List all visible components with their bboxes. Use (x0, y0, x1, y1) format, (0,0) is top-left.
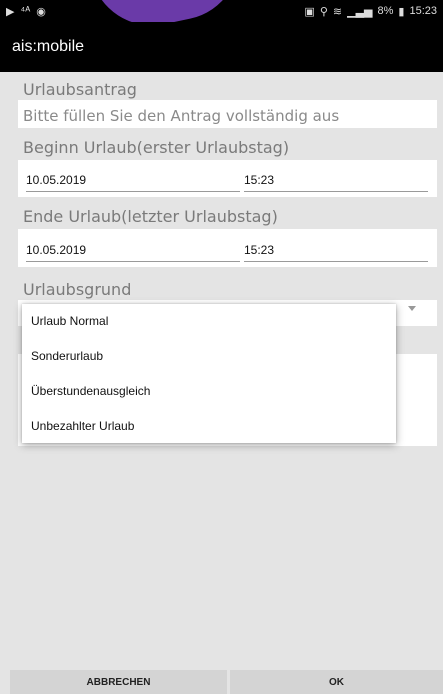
battery-percent: 8% (377, 5, 394, 17)
signal-bars-icon: ▁▃▅ (347, 5, 373, 18)
ok-button[interactable]: OK (230, 670, 443, 694)
end-label: Ende Urlaub(letzter Urlaubstag) (23, 207, 278, 226)
start-date-field[interactable]: 10.05.2019 (26, 173, 240, 192)
end-date-field[interactable]: 10.05.2019 (26, 243, 240, 262)
dropdown-option[interactable]: Unbezahlter Urlaub (22, 408, 396, 443)
cast-icon: ▣ (304, 5, 315, 18)
status-left-icons: ▶ ⁴ᴬ ◉ (6, 5, 46, 18)
reason-dropdown: Urlaub Normal Sonderurlaub Überstundenau… (22, 304, 396, 443)
end-time-field[interactable]: 15:23 (244, 243, 428, 262)
play-icon: ▶ (6, 5, 15, 18)
dropdown-option[interactable]: Überstundenausgleich (22, 374, 396, 409)
app-bar: ais:mobile (0, 22, 443, 72)
chevron-down-icon[interactable] (408, 306, 416, 311)
battery-icon: ▮ (398, 5, 405, 18)
sync-icon: ◉ (36, 5, 46, 18)
start-label: Beginn Urlaub(erster Urlaubstag) (23, 138, 290, 157)
request-hint: Bitte füllen Sie den Antrag vollständig … (23, 107, 340, 125)
cancel-button[interactable]: ABBRECHEN (10, 670, 227, 694)
request-label: Urlaubsantrag (23, 80, 137, 99)
status-right-icons: ▣ ⚲ ≋ ▁▃▅ 8% ▮ 15:23 (304, 5, 437, 18)
start-time-field[interactable]: 15:23 (244, 173, 428, 192)
signal-icon: ⁴ᴬ (20, 5, 31, 17)
reason-label: Urlaubsgrund (23, 280, 132, 299)
clock: 15:23 (409, 5, 437, 17)
app-title: ais:mobile (12, 38, 85, 55)
wifi-icon: ≋ (332, 5, 343, 18)
dropdown-option[interactable]: Urlaub Normal (22, 304, 396, 339)
location-icon: ⚲ (319, 5, 328, 18)
status-bar: ▶ ⁴ᴬ ◉ ▣ ⚲ ≋ ▁▃▅ 8% ▮ 15:23 (0, 0, 443, 22)
dropdown-option[interactable]: Sonderurlaub (22, 339, 396, 374)
